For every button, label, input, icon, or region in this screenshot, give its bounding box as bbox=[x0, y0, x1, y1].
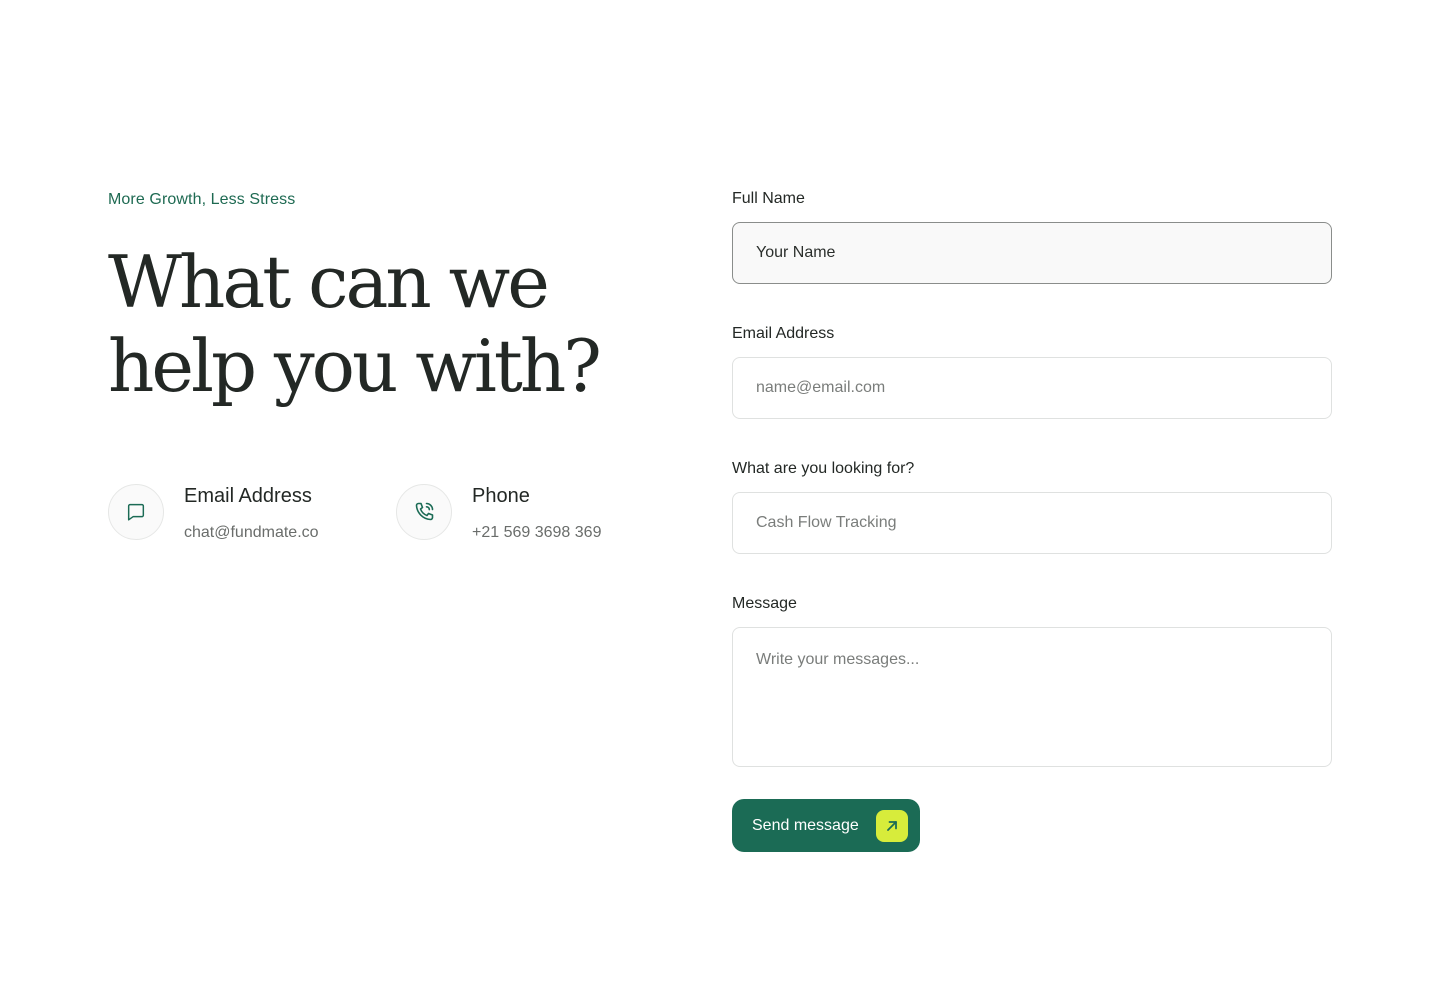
message-placeholder: Write your messages... bbox=[756, 651, 920, 668]
looking-for-placeholder: Cash Flow Tracking bbox=[756, 514, 897, 531]
page-title: What can we help you with? bbox=[108, 240, 628, 408]
headline-line-1: What can we bbox=[108, 240, 550, 324]
message-textarea[interactable]: Write your messages... bbox=[732, 627, 1332, 767]
contact-form: Full Name Your Name Email Address name@e… bbox=[732, 188, 1332, 852]
contact-details: Email Address chat@fundmate.co Phone +21… bbox=[108, 484, 601, 543]
looking-for-label: What are you looking for? bbox=[732, 460, 915, 477]
contact-email-title: Email Address bbox=[184, 485, 312, 507]
email-input[interactable]: name@email.com bbox=[732, 357, 1332, 419]
contact-phone-value[interactable]: +21 569 3698 369 bbox=[472, 523, 601, 543]
contact-phone-title: Phone bbox=[472, 485, 530, 507]
contact-email[interactable]: Email Address chat@fundmate.co bbox=[108, 484, 396, 543]
eyebrow-text: More Growth, Less Stress bbox=[108, 191, 296, 208]
arrow-up-right-icon bbox=[876, 809, 908, 842]
send-message-button[interactable]: Send message bbox=[732, 799, 920, 852]
email-placeholder: name@email.com bbox=[756, 379, 886, 396]
contact-email-text: Email Address chat@fundmate.co bbox=[184, 484, 319, 543]
contact-email-value[interactable]: chat@fundmate.co bbox=[184, 523, 319, 543]
phone-call-icon bbox=[396, 484, 452, 540]
contact-page: More Growth, Less Stress What can we hel… bbox=[0, 0, 1440, 1000]
message-field-group: Message Write your messages... bbox=[732, 593, 1332, 767]
contact-phone[interactable]: Phone +21 569 3698 369 bbox=[396, 484, 601, 543]
email-field-group: Email Address name@email.com bbox=[732, 323, 1332, 419]
email-label: Email Address bbox=[732, 325, 835, 342]
contact-intro: More Growth, Less Stress What can we hel… bbox=[108, 188, 668, 541]
looking-for-field-group: What are you looking for? Cash Flow Trac… bbox=[732, 458, 1332, 554]
full-name-label: Full Name bbox=[732, 190, 805, 207]
contact-phone-text: Phone +21 569 3698 369 bbox=[472, 484, 601, 543]
looking-for-input[interactable]: Cash Flow Tracking bbox=[732, 492, 1332, 554]
full-name-input[interactable]: Your Name bbox=[732, 222, 1332, 284]
send-message-label: Send message bbox=[752, 816, 859, 834]
full-name-field-group: Full Name Your Name bbox=[732, 188, 1332, 284]
chat-bubble-icon bbox=[108, 484, 164, 540]
headline-line-2: help you with? bbox=[108, 324, 602, 408]
message-label: Message bbox=[732, 595, 797, 612]
full-name-value: Your Name bbox=[756, 244, 836, 261]
